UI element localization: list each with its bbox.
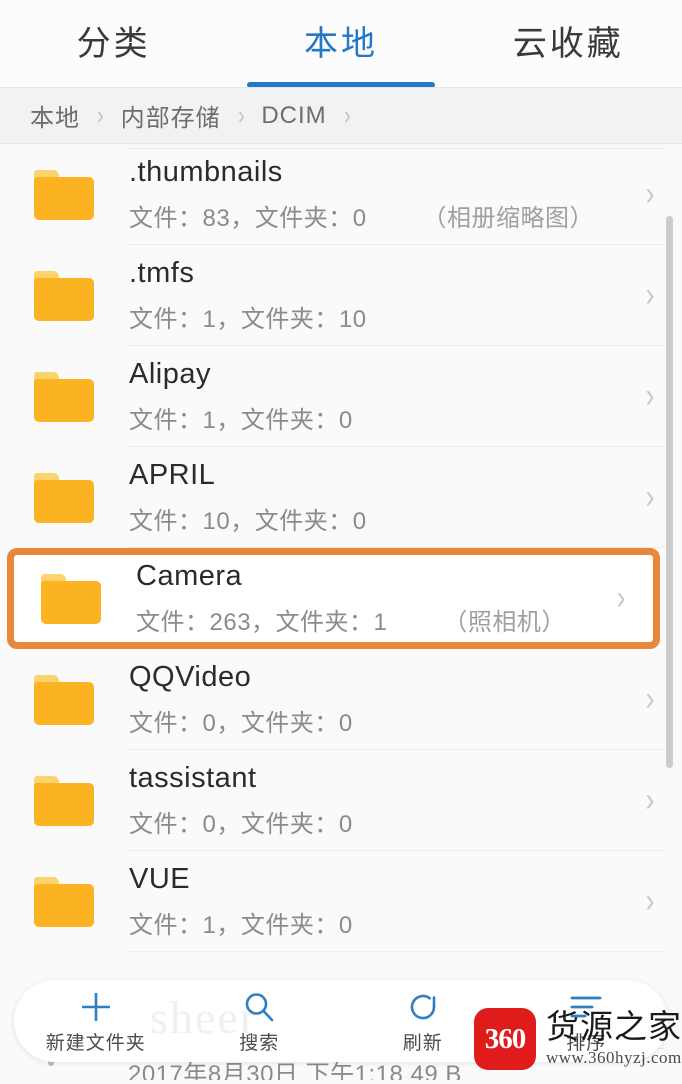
row-divider [128,951,664,952]
tab-categories[interactable]: 分类 [0,0,227,88]
list-item-text: tassistant 文件：0，文件夹：0 [129,762,628,838]
list-item-name: QQVideo [129,661,252,694]
chevron-right-icon: › [616,579,626,617]
top-tab-bar: 分类 本地 云收藏 [0,0,682,88]
tabbar-separator [0,87,682,88]
list-item-name: .thumbnails [129,156,283,189]
list-item-meta: 文件：83，文件夹：0 [129,204,367,232]
tab-local[interactable]: 本地 [227,0,454,88]
chevron-right-icon: › [645,377,655,415]
refresh-icon [406,988,440,1026]
list-item[interactable]: tassistant 文件：0，文件夹：0 › [0,750,682,851]
list-item-name: APRIL [129,459,216,492]
plus-icon [78,988,114,1026]
list-item[interactable]: APRIL 文件：10，文件夹：0 › [0,447,682,548]
list-item-text: APRIL 文件：10，文件夹：0 [129,459,628,535]
list-item[interactable]: .thumbnails 文件：83，文件夹：0 （相册缩略图） › [0,144,682,245]
list-item-text: .thumbnails 文件：83，文件夹：0 （相册缩略图） [129,156,628,232]
folder-icon [34,270,94,321]
folder-icon [34,674,94,725]
search-icon [242,988,276,1026]
folder-icon [34,371,94,422]
list-item-meta: 文件：0，文件夹：0 [129,709,353,737]
chevron-right-icon: › [97,100,104,130]
breadcrumb: 本地 › 内部存储 › DCIM › [0,88,682,144]
list-item-name: .tmfs [129,257,195,290]
search-label: 搜索 [239,1032,280,1054]
list-item-note: （相册缩略图） [422,204,595,232]
folder-icon [34,775,94,826]
site-watermark: 360 货源之家 www.360hyzj.com [474,1008,682,1070]
watermark-site-url: www.360hyzj.com [546,1048,682,1068]
file-manager-screen: 分类 本地 云收藏 本地 › 内部存储 › DCIM › .thumbnails [0,0,682,1084]
list-item-text: Alipay 文件：1，文件夹：0 [129,358,628,434]
list-item[interactable]: Alipay 文件：1，文件夹：0 › [0,346,682,447]
list-item[interactable]: QQVideo 文件：0，文件夹：0 › [0,649,682,750]
tab-categories-label: 分类 [76,25,151,63]
chevron-right-icon: › [645,882,655,920]
tab-local-label: 本地 [303,25,378,63]
search-button[interactable]: 搜索 [178,980,342,1062]
chevron-right-icon: › [237,100,245,130]
chevron-right-icon: › [645,276,655,314]
folder-list[interactable]: .thumbnails 文件：83，文件夹：0 （相册缩略图） › .tmfs … [0,144,682,1080]
chevron-right-icon: › [645,680,655,718]
tab-cloud-favorites[interactable]: 云收藏 [455,0,682,88]
list-item-meta: 文件：10，文件夹：0 [129,507,367,535]
list-item[interactable]: .tmfs 文件：1，文件夹：10 › [0,245,682,346]
list-item[interactable]: VUE 文件：1，文件夹：0 › [0,851,682,952]
list-item-name: Camera [136,560,243,593]
vertical-scrollbar[interactable] [666,216,673,768]
new-folder-label: 新建文件夹 [45,1032,146,1054]
list-item-name: Alipay [129,358,211,391]
watermark-logo-badge: 360 [474,1008,536,1070]
folder-icon [34,876,94,927]
folder-icon [34,472,94,523]
list-item-note: （照相机） [443,608,566,636]
tab-cloud-favorites-label: 云收藏 [512,25,624,63]
breadcrumb-item-internal-storage[interactable]: 内部存储 [121,98,221,133]
list-item-camera-selected[interactable]: Camera 文件：263，文件夹：1 （照相机） › [7,548,660,649]
folder-icon [41,573,101,624]
chevron-right-icon: › [645,478,655,516]
list-item-text: VUE 文件：1，文件夹：0 [129,863,628,939]
list-item-text: Camera 文件：263，文件夹：1 （照相机） [136,560,599,636]
list-item-text: QQVideo 文件：0，文件夹：0 [129,661,628,737]
chevron-right-icon: › [645,175,655,213]
list-item-meta: 文件：1，文件夹：0 [129,406,353,434]
folder-icon [34,169,94,220]
breadcrumb-item-dcim[interactable]: DCIM [261,102,326,130]
refresh-label: 刷新 [402,1032,443,1054]
breadcrumb-item-local[interactable]: 本地 [30,98,80,133]
list-item-text: .tmfs 文件：1，文件夹：10 [129,257,628,333]
new-folder-button[interactable]: 新建文件夹 [14,980,178,1062]
list-item-name: tassistant [129,762,257,795]
list-item-meta: 文件：0，文件夹：0 [129,810,353,838]
chevron-right-icon: › [343,100,351,130]
list-item-meta: 文件：1，文件夹：10 [129,305,367,333]
list-item-meta: 文件：1，文件夹：0 [129,911,353,939]
chevron-right-icon: › [645,781,655,819]
watermark-site-name: 货源之家 [546,1009,682,1046]
list-item-meta: 文件：263，文件夹：1 [136,608,388,636]
list-item-name: VUE [129,863,191,896]
